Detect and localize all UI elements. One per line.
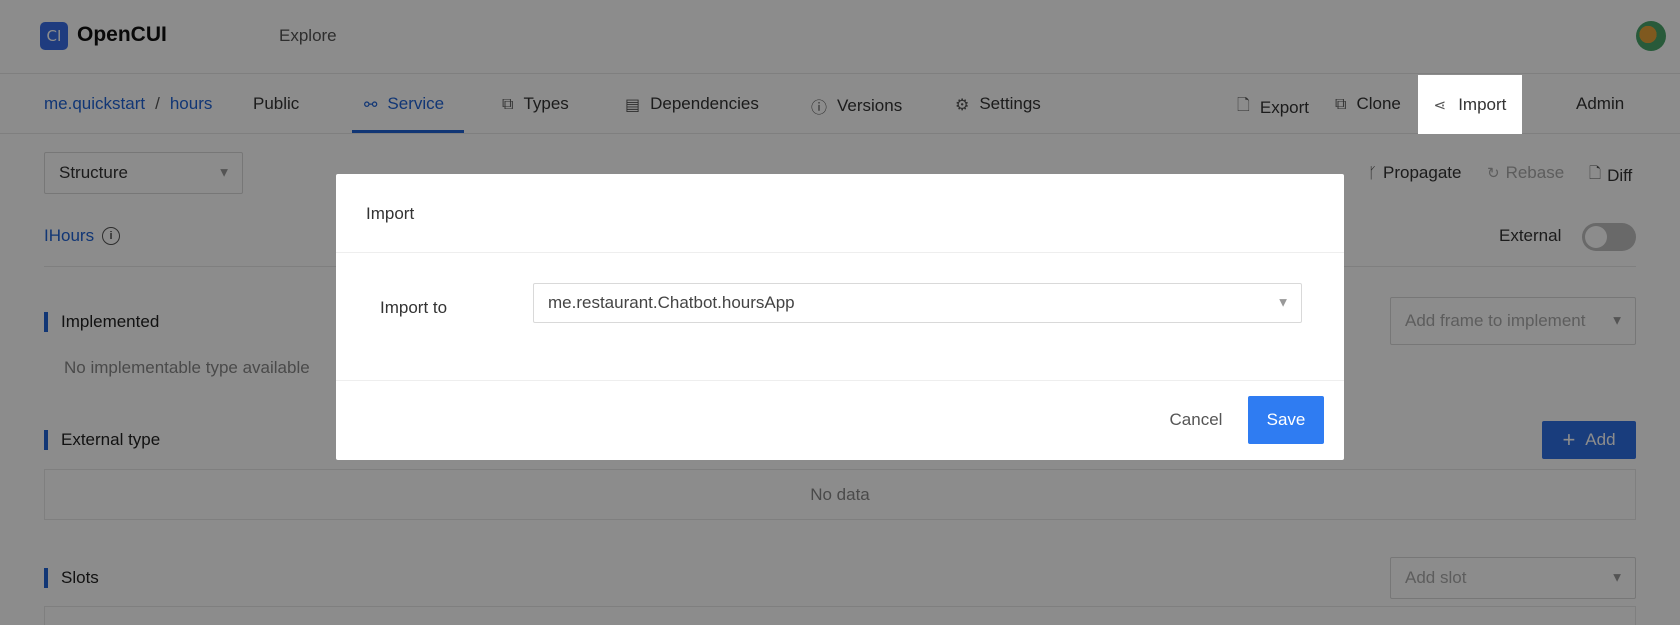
- save-button[interactable]: Save: [1248, 396, 1324, 444]
- chevron-down-icon: ▼: [1279, 297, 1287, 309]
- import-label: Import: [1458, 94, 1507, 114]
- dialog-footer-divider: [336, 380, 1344, 381]
- dialog-header-divider: [336, 252, 1344, 253]
- import-to-value: me.restaurant.Chatbot.hoursApp: [548, 293, 795, 312]
- share-icon: ⋖: [1433, 95, 1447, 114]
- import-button[interactable]: ⋖ Import: [1418, 75, 1522, 134]
- dialog-title: Import: [366, 204, 415, 223]
- cancel-button[interactable]: Cancel: [1148, 396, 1244, 444]
- import-dialog: Import Import to me.restaurant.Chatbot.h…: [336, 174, 1344, 460]
- import-to-label: Import to: [380, 298, 448, 317]
- import-to-select[interactable]: me.restaurant.Chatbot.hoursApp ▼: [533, 283, 1302, 323]
